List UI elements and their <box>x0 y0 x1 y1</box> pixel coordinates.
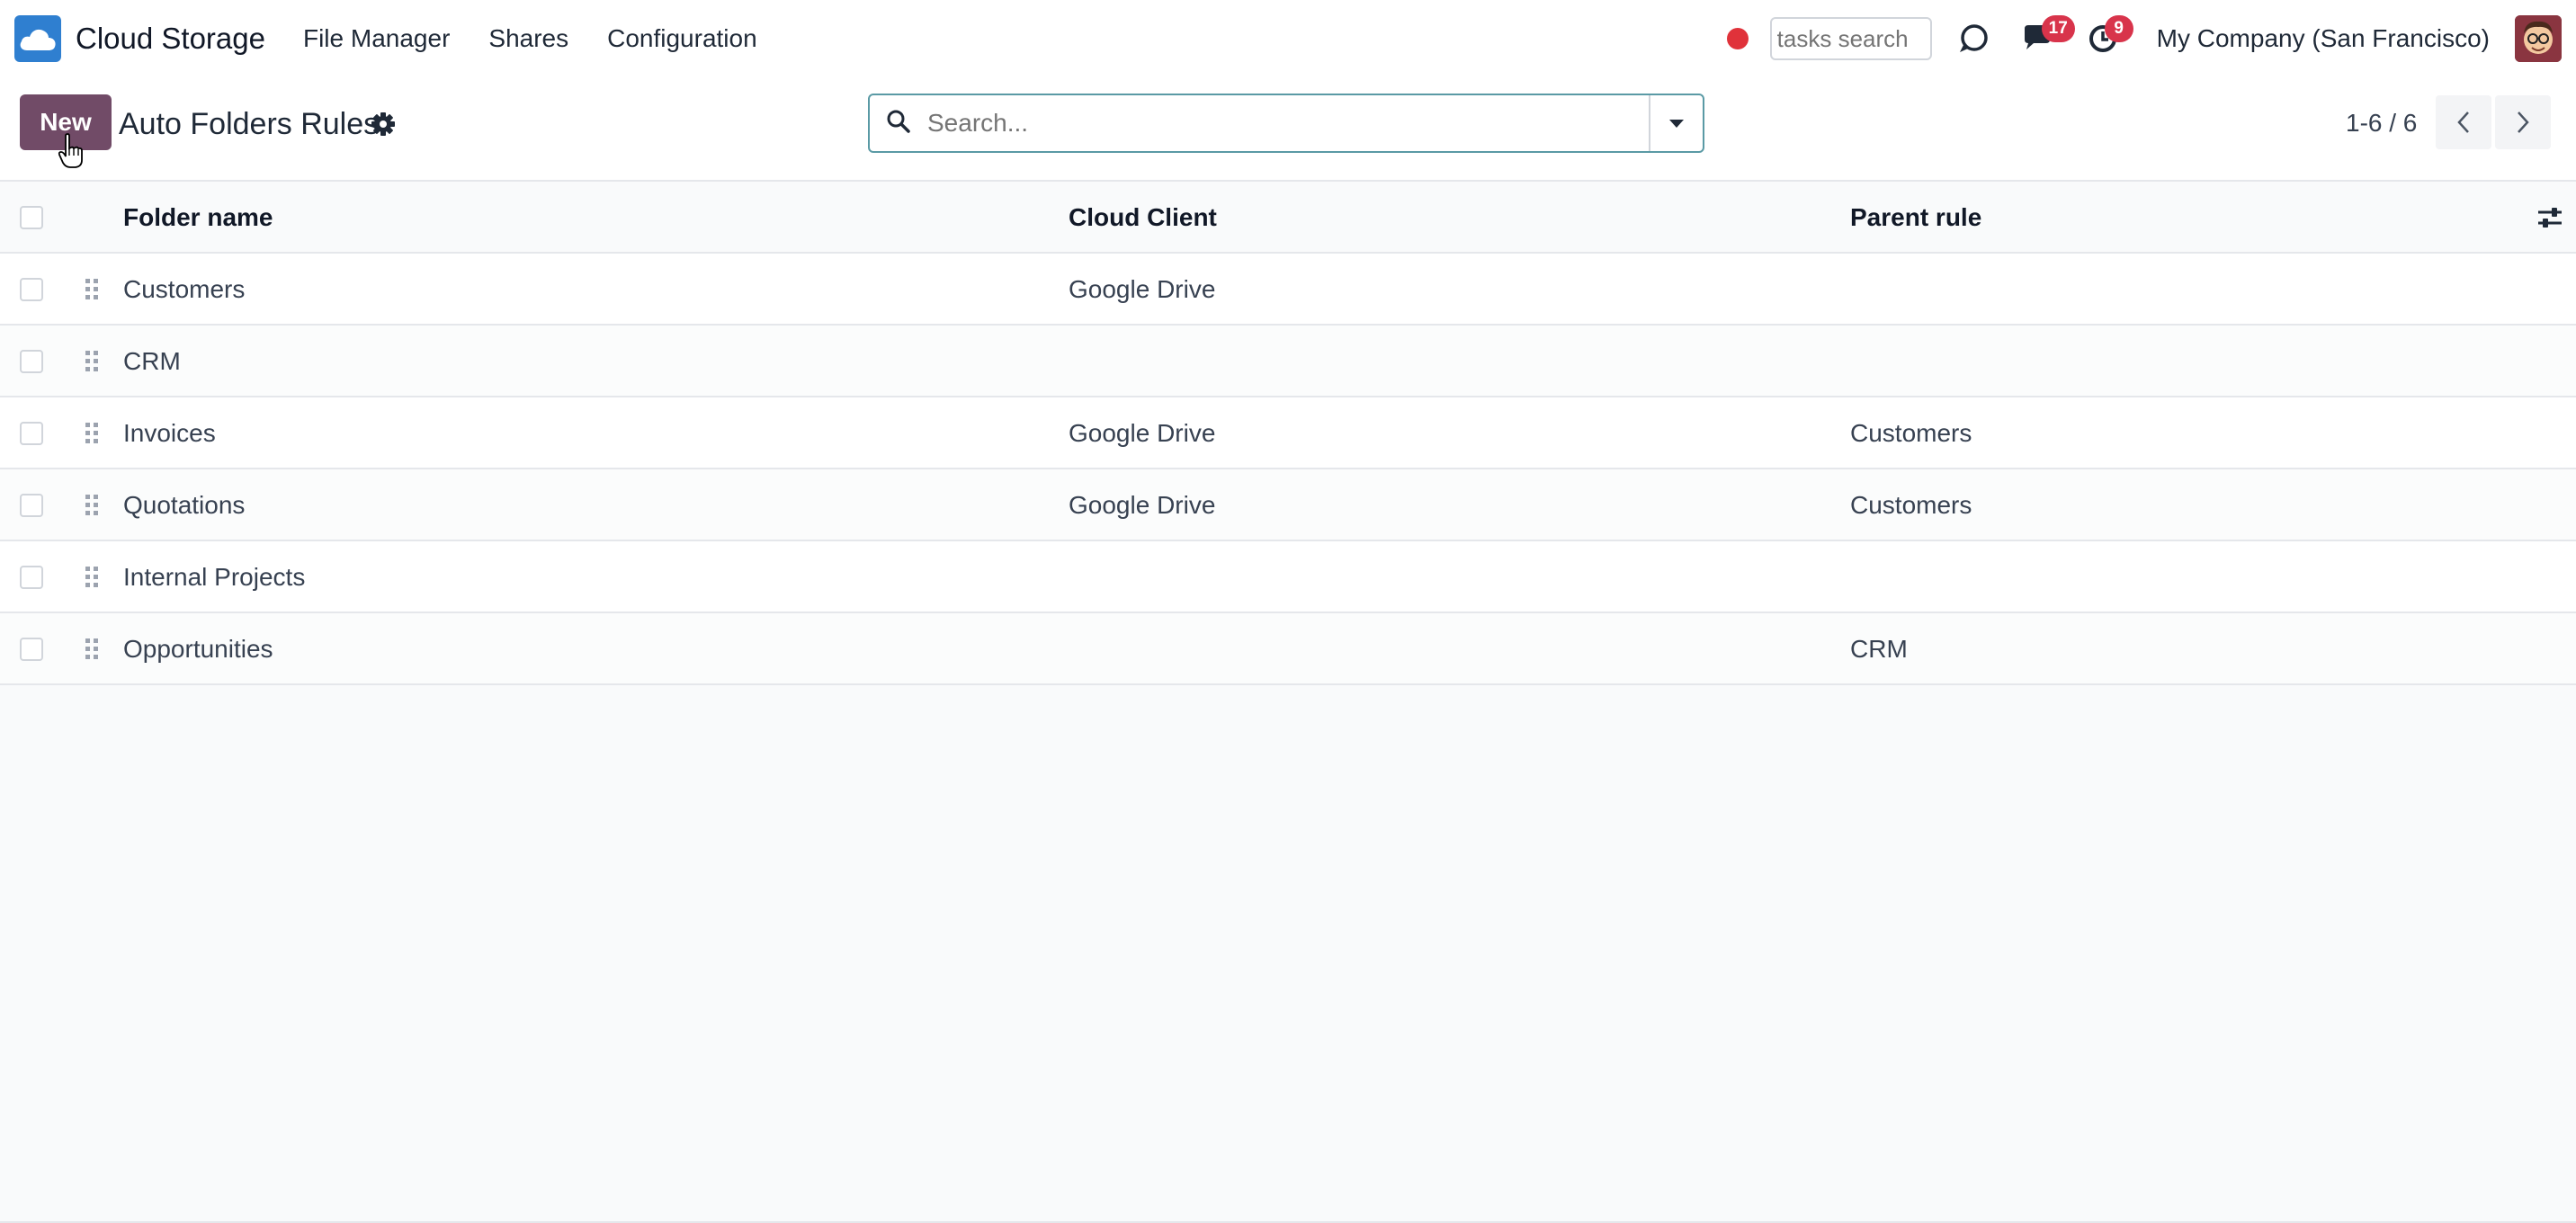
drag-handle-icon[interactable] <box>85 469 99 541</box>
top-navbar: Cloud Storage File Manager Shares Config… <box>0 0 2576 77</box>
control-panel: New Auto Folders Rules Search... 1-6 / 6 <box>0 77 2576 182</box>
search-input[interactable] <box>926 108 1649 138</box>
optional-columns-icon[interactable] <box>2536 182 2563 254</box>
menu-configuration[interactable]: Configuration <box>607 24 757 53</box>
column-header-cloud-client[interactable]: Cloud Client <box>1069 182 1217 254</box>
cell-cloud-client: Google Drive <box>1069 491 1216 519</box>
column-header-parent-rule[interactable]: Parent rule <box>1850 182 1981 254</box>
messages-icon[interactable]: 17 <box>2018 15 2075 58</box>
cell-folder-name: Invoices <box>123 419 216 447</box>
drag-handle-icon[interactable] <box>85 254 99 326</box>
app-name[interactable]: Cloud Storage <box>76 22 265 56</box>
table-header-row: Folder name Cloud Client Parent rule <box>0 182 2576 254</box>
pager-next-button[interactable] <box>2495 95 2551 149</box>
row-checkbox[interactable] <box>20 494 43 517</box>
caret-down-icon <box>1669 120 1684 128</box>
select-all-checkbox[interactable] <box>20 206 43 229</box>
row-checkbox[interactable] <box>20 566 43 589</box>
row-checkbox[interactable] <box>20 422 43 445</box>
tasks-search-input[interactable] <box>1769 17 1932 60</box>
table-row[interactable]: Internal Projects <box>0 541 2576 613</box>
user-avatar[interactable] <box>2515 15 2562 62</box>
table-row[interactable]: Invoices Google Drive Customers <box>0 397 2576 469</box>
row-checkbox[interactable] <box>20 278 43 301</box>
search-options-toggle[interactable] <box>1649 95 1703 151</box>
cloud-logo-icon[interactable] <box>14 15 61 62</box>
messages-badge: 17 <box>2041 15 2075 42</box>
chevron-left-icon <box>2457 112 2469 133</box>
navbar-systray: 17 9 My Company (San Francisco) <box>1726 15 2562 62</box>
cell-folder-name: CRM <box>123 347 181 375</box>
drag-handle-icon[interactable] <box>85 613 99 685</box>
pager-previous-button[interactable] <box>2436 95 2491 149</box>
search-bar <box>868 94 1704 153</box>
column-header-folder-name[interactable]: Folder name <box>123 182 273 254</box>
cell-folder-name: Customers <box>123 275 246 303</box>
cell-folder-name: Opportunities <box>123 635 273 663</box>
table-row[interactable]: Customers Google Drive <box>0 254 2576 326</box>
drag-handle-icon[interactable] <box>85 326 99 397</box>
drag-handle-icon[interactable] <box>85 397 99 469</box>
record-dot-icon[interactable] <box>1726 28 1749 49</box>
table-row[interactable]: CRM <box>0 326 2576 397</box>
table-row[interactable]: Opportunities CRM <box>0 613 2576 685</box>
menu-file-manager[interactable]: File Manager <box>303 24 450 53</box>
cell-folder-name: Internal Projects <box>123 563 306 591</box>
row-checkbox[interactable] <box>20 350 43 373</box>
table-row[interactable]: Quotations Google Drive Customers <box>0 469 2576 541</box>
chat-bubble-icon[interactable] <box>1954 19 1993 58</box>
menu-shares[interactable]: Shares <box>488 24 568 53</box>
cell-cloud-client: Google Drive <box>1069 275 1216 303</box>
row-checkbox[interactable] <box>20 638 43 661</box>
cell-cloud-client: Google Drive <box>1069 419 1216 447</box>
pager-value[interactable]: 1-6 / 6 <box>2346 109 2417 138</box>
hand-cursor-icon <box>58 133 85 174</box>
list-table: Folder name Cloud Client Parent rule Cus… <box>0 182 2576 685</box>
activities-badge: 9 <box>2104 15 2133 42</box>
gear-icon[interactable] <box>371 112 396 141</box>
chevron-right-icon <box>2518 112 2529 133</box>
search-icon <box>886 109 911 138</box>
cell-parent-rule: Customers <box>1850 419 1972 447</box>
cell-parent-rule: Customers <box>1850 491 1972 519</box>
activity-clock-icon[interactable]: 9 <box>2083 15 2133 58</box>
page-title: Auto Folders Rules <box>119 107 380 141</box>
cell-parent-rule: CRM <box>1850 635 1908 663</box>
cell-folder-name: Quotations <box>123 491 246 519</box>
drag-handle-icon[interactable] <box>85 541 99 613</box>
company-switcher[interactable]: My Company (San Francisco) <box>2157 24 2490 53</box>
